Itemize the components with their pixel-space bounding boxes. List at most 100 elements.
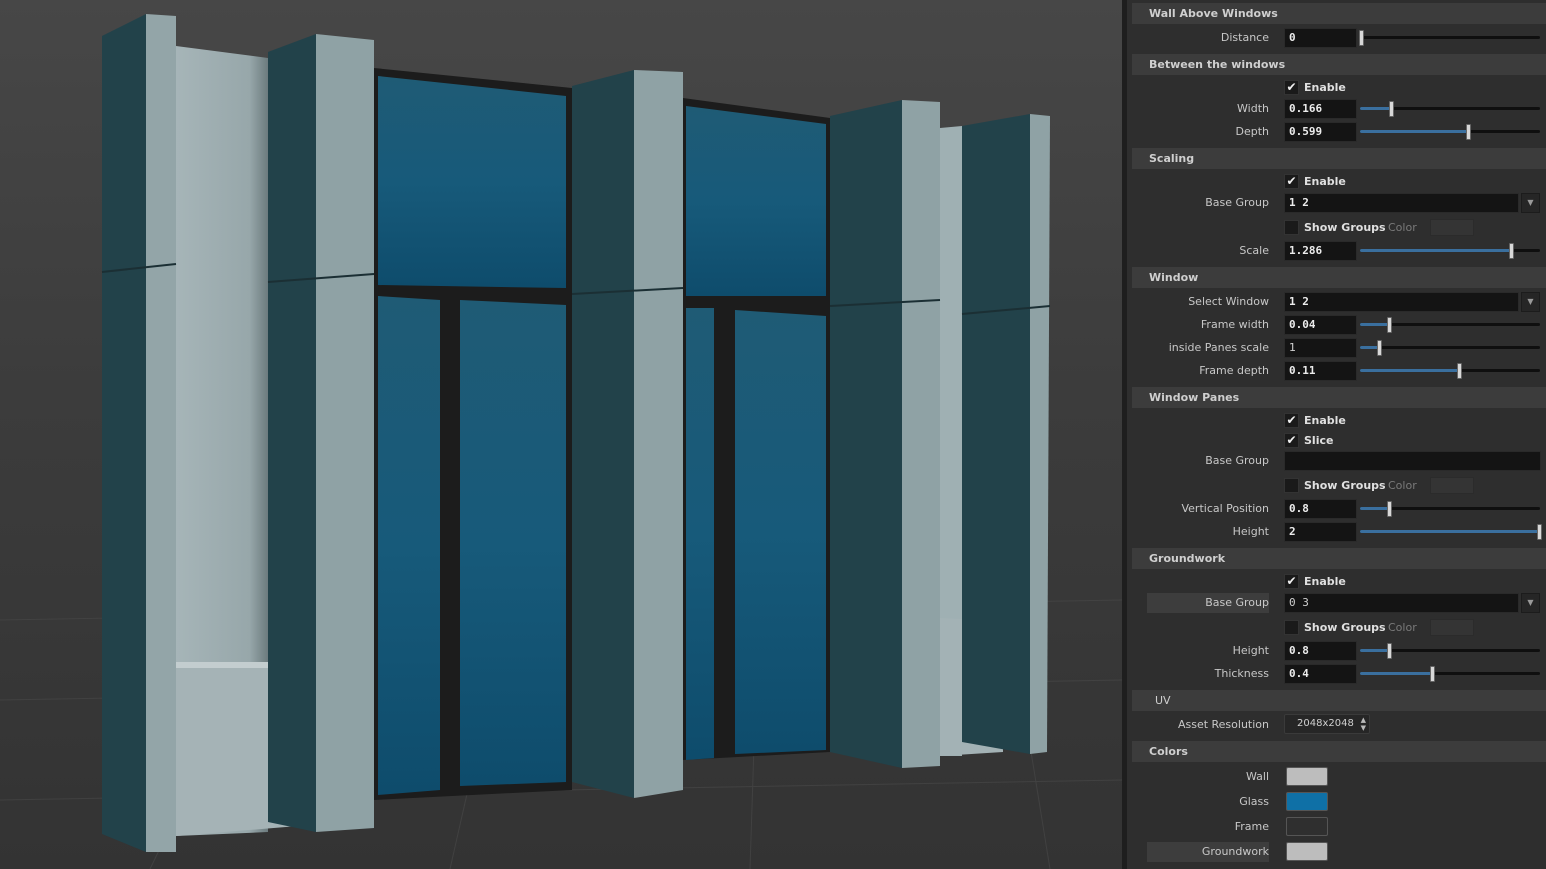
- scaling-color-swatch[interactable]: [1430, 219, 1474, 236]
- stepper-arrows-icon[interactable]: ▲ ▼: [1361, 715, 1366, 732]
- inside-panes-scale-slider[interactable]: [1360, 338, 1540, 358]
- groundwork-base-group-field[interactable]: 0 3: [1284, 593, 1519, 613]
- section-colors[interactable]: Colors: [1132, 741, 1546, 762]
- section-uv[interactable]: UV: [1132, 690, 1546, 711]
- section-window-panes[interactable]: Window Panes: [1132, 387, 1546, 408]
- distance-slider[interactable]: [1359, 28, 1540, 48]
- section-wall-above-windows[interactable]: Wall Above Windows: [1132, 3, 1546, 24]
- glass-color-swatch[interactable]: [1286, 792, 1328, 811]
- distance-label: Distance: [1220, 31, 1269, 44]
- wall-color-label: Wall: [1245, 770, 1269, 783]
- vertical-position-slider[interactable]: [1360, 499, 1540, 519]
- panes-base-group-label: Base Group: [1205, 454, 1269, 467]
- scaling-enable-checkbox[interactable]: ✔: [1284, 174, 1299, 189]
- slider-handle[interactable]: [1389, 101, 1394, 117]
- chevron-down-icon[interactable]: ▼: [1521, 593, 1540, 613]
- inside-panes-scale-field[interactable]: 1: [1284, 338, 1357, 358]
- scale-label: Scale: [1239, 244, 1269, 257]
- pillar-5-side: [962, 114, 1030, 754]
- slider-handle[interactable]: [1387, 643, 1392, 659]
- frame-color-swatch[interactable]: [1286, 817, 1328, 836]
- groundwork-show-groups-checkbox[interactable]: [1284, 620, 1299, 635]
- groundwork-base-group-label: Base Group: [1147, 593, 1269, 613]
- groundwork-show-groups-label: Show Groups: [1304, 621, 1386, 634]
- chevron-down-icon[interactable]: ▼: [1521, 193, 1540, 213]
- depth-slider[interactable]: [1360, 122, 1540, 142]
- select-window-label: Select Window: [1188, 295, 1269, 308]
- distance-field[interactable]: 0: [1284, 28, 1357, 48]
- groundwork-enable-label: Enable: [1304, 575, 1346, 588]
- panes-color-label: Color: [1388, 479, 1417, 492]
- panes-show-groups-checkbox[interactable]: [1284, 478, 1299, 493]
- slider-handle[interactable]: [1457, 363, 1462, 379]
- asset-resolution-value: 2048x2048: [1297, 718, 1354, 729]
- glass-color-label: Glass: [1239, 795, 1269, 808]
- scale-slider[interactable]: [1360, 241, 1540, 261]
- groundwork-color-label-row: Groundwork: [1147, 842, 1269, 862]
- right-lower-glass-b: [735, 310, 826, 754]
- slider-handle[interactable]: [1537, 524, 1542, 540]
- thickness-label: Thickness: [1214, 667, 1269, 680]
- frame-depth-field[interactable]: 0.11: [1284, 361, 1357, 381]
- section-between-windows[interactable]: Between the windows: [1132, 54, 1546, 75]
- groundwork-height-label: Height: [1232, 644, 1269, 657]
- chevron-down-icon[interactable]: ▼: [1521, 292, 1540, 312]
- scaling-show-groups-checkbox[interactable]: [1284, 220, 1299, 235]
- panes-slice-checkbox[interactable]: ✔: [1284, 433, 1299, 448]
- pillar-1-side: [102, 14, 146, 852]
- thickness-slider[interactable]: [1360, 664, 1540, 684]
- pillar-3-side: [572, 70, 634, 798]
- panes-height-field[interactable]: 2: [1284, 522, 1357, 542]
- inside-panes-scale-label: inside Panes scale: [1168, 341, 1269, 354]
- scene-render: [0, 0, 1122, 869]
- panes-base-group-field[interactable]: [1284, 451, 1541, 471]
- pillar-4-side: [830, 100, 902, 768]
- wall-color-swatch[interactable]: [1286, 767, 1328, 786]
- between-enable-checkbox[interactable]: ✔: [1284, 80, 1299, 95]
- frame-width-field[interactable]: 0.04: [1284, 315, 1357, 335]
- panes-color-swatch[interactable]: [1430, 477, 1474, 494]
- frame-depth-label: Frame depth: [1199, 364, 1269, 377]
- thickness-field[interactable]: 0.4: [1284, 664, 1357, 684]
- scaling-base-group-field[interactable]: 1 2: [1284, 193, 1519, 213]
- width-label: Width: [1237, 102, 1269, 115]
- panes-slice-label: Slice: [1304, 434, 1334, 447]
- select-window-field[interactable]: 1 2: [1284, 292, 1519, 312]
- slider-handle[interactable]: [1359, 30, 1364, 46]
- slider-handle[interactable]: [1509, 243, 1514, 259]
- pillar-2-front: [316, 34, 374, 832]
- frame-color-label: Frame: [1234, 820, 1269, 833]
- depth-label: Depth: [1235, 125, 1269, 138]
- groundwork-enable-checkbox[interactable]: ✔: [1284, 574, 1299, 589]
- groundwork-color-swatch-row[interactable]: [1286, 842, 1328, 861]
- width-slider[interactable]: [1360, 99, 1540, 119]
- right-upper-glass: [686, 106, 826, 296]
- frame-width-slider[interactable]: [1360, 315, 1540, 335]
- section-scaling[interactable]: Scaling: [1132, 148, 1546, 169]
- left-upper-glass: [378, 76, 566, 288]
- width-field[interactable]: 0.166: [1284, 99, 1357, 119]
- asset-resolution-stepper[interactable]: 2048x2048 ▲ ▼: [1284, 714, 1370, 734]
- depth-field[interactable]: 0.599: [1284, 122, 1357, 142]
- slider-handle[interactable]: [1387, 501, 1392, 517]
- vertical-position-field[interactable]: 0.8: [1284, 499, 1357, 519]
- frame-depth-slider[interactable]: [1360, 361, 1540, 381]
- left-lower-glass-a: [378, 296, 440, 795]
- section-groundwork[interactable]: Groundwork: [1132, 548, 1546, 569]
- groundwork-color-swatch[interactable]: [1430, 619, 1474, 636]
- scale-field[interactable]: 1.286: [1284, 241, 1357, 261]
- vertical-position-label: Vertical Position: [1181, 502, 1269, 515]
- scaling-show-groups-label: Show Groups: [1304, 221, 1386, 234]
- panes-height-slider[interactable]: [1360, 522, 1542, 542]
- panes-enable-label: Enable: [1304, 414, 1346, 427]
- slider-handle[interactable]: [1430, 666, 1435, 682]
- left-lower-glass-b: [460, 300, 566, 786]
- slider-handle[interactable]: [1377, 340, 1382, 356]
- panes-enable-checkbox[interactable]: ✔: [1284, 413, 1299, 428]
- groundwork-height-slider[interactable]: [1360, 641, 1540, 661]
- groundwork-height-field[interactable]: 0.8: [1284, 641, 1357, 661]
- viewport-3d[interactable]: [0, 0, 1122, 869]
- slider-handle[interactable]: [1466, 124, 1471, 140]
- section-window[interactable]: Window: [1132, 267, 1546, 288]
- slider-handle[interactable]: [1387, 317, 1392, 333]
